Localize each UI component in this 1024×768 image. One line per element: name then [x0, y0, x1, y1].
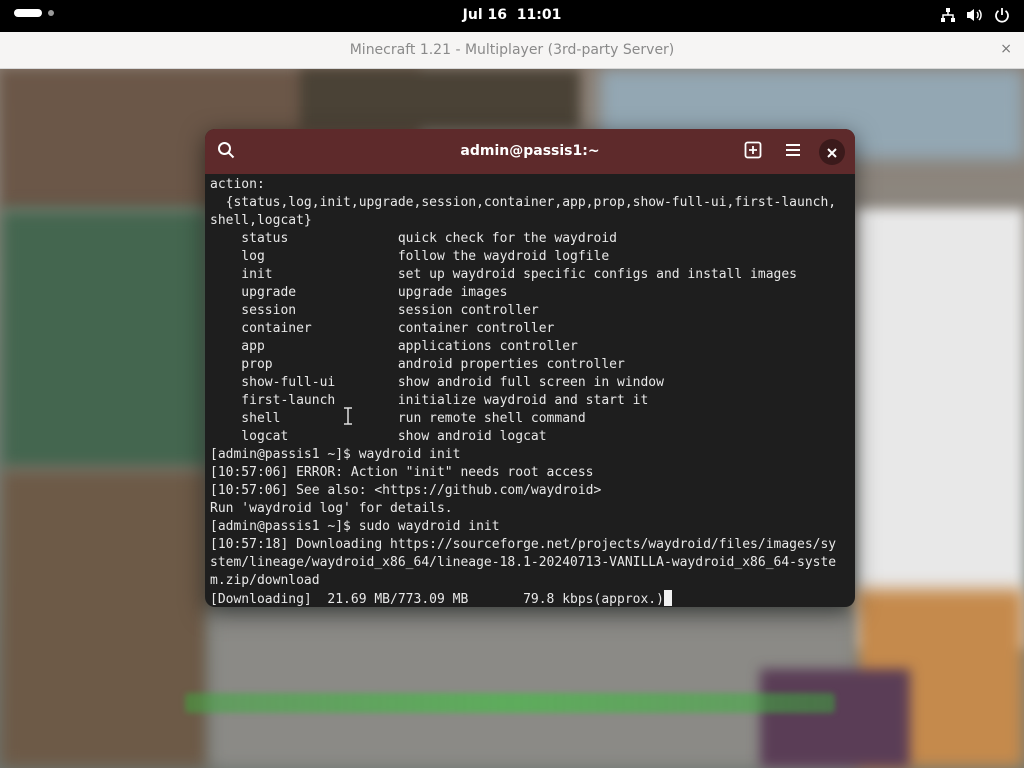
terminal-line: init set up waydroid specific configs an…	[210, 266, 850, 284]
terminal-output[interactable]: action: {status,log,init,upgrade,session…	[205, 174, 855, 607]
terminal-line-text: Run 'waydroid log' for details.	[210, 501, 453, 516]
terminal-line-text: shell run remote shell command	[210, 411, 586, 426]
background-block	[760, 669, 910, 768]
terminal-line-text: {status,log,init,upgrade,session,contain…	[210, 195, 837, 210]
new-tab-button[interactable]	[740, 139, 766, 165]
terminal-line-text: session session controller	[210, 303, 539, 318]
menu-icon	[784, 142, 802, 162]
terminal-line: show-full-ui show android full screen in…	[210, 374, 850, 392]
terminal-line: logcat show android logcat	[210, 428, 850, 446]
terminal-line: {status,log,init,upgrade,session,contain…	[210, 194, 850, 212]
terminal-line-text: m.zip/download	[210, 573, 320, 588]
terminal-line-text: [admin@passis1 ~]$ waydroid init	[210, 447, 461, 462]
background-block	[0, 469, 210, 768]
volume-icon[interactable]	[966, 7, 984, 23]
network-icon[interactable]	[940, 7, 956, 23]
terminal-line-text: app applications controller	[210, 339, 578, 354]
game-window-titlebar[interactable]: Minecraft 1.21 - Multiplayer (3rd-party …	[0, 32, 1024, 69]
clock-button[interactable]: Jul 16 11:01	[463, 7, 562, 23]
system-tray[interactable]	[940, 7, 1010, 23]
search-icon	[217, 141, 235, 163]
top-bar: Jul 16 11:01	[0, 0, 1024, 32]
background-block	[0, 209, 210, 469]
terminal-line: shell,logcat}	[210, 212, 850, 230]
background-block	[855, 209, 1024, 649]
terminal-line: container container controller	[210, 320, 850, 338]
terminal-line-text: prop android properties controller	[210, 357, 625, 372]
terminal-line: [admin@passis1 ~]$ sudo waydroid init	[210, 518, 850, 536]
close-icon	[827, 143, 837, 162]
terminal-line-text: [10:57:06] See also: <https://github.com…	[210, 483, 602, 498]
terminal-line: [10:57:06] See also: <https://github.com…	[210, 482, 850, 500]
terminal-search-button[interactable]	[213, 139, 239, 165]
terminal-line: session session controller	[210, 302, 850, 320]
terminal-line: first-launch initialize waydroid and sta…	[210, 392, 850, 410]
activities-indicator[interactable]	[14, 9, 54, 17]
terminal-close-button[interactable]	[819, 139, 845, 165]
terminal-line: Run 'waydroid log' for details.	[210, 500, 850, 518]
terminal-line-text: [admin@passis1 ~]$ sudo waydroid init	[210, 519, 500, 534]
terminal-line-text: action:	[210, 177, 265, 192]
terminal-line-text: [10:57:18] Downloading https://sourcefor…	[210, 537, 837, 552]
workspace-inactive-indicator	[48, 10, 54, 16]
terminal-line-text: logcat show android logcat	[210, 429, 547, 444]
terminal-line-text: first-launch initialize waydroid and sta…	[210, 393, 649, 408]
new-tab-icon	[744, 141, 762, 163]
terminal-line-text: log follow the waydroid logfile	[210, 249, 610, 264]
power-icon[interactable]	[994, 7, 1010, 23]
terminal-line-text: container container controller	[210, 321, 555, 336]
terminal-line-text: stem/lineage/waydroid_x86_64/lineage-18.…	[210, 555, 837, 570]
terminal-header[interactable]: admin@passis1:~	[205, 129, 855, 174]
terminal-line-text: [Downloading] 21.69 MB/773.09 MB 79.8 kb…	[210, 592, 664, 607]
game-window-close-button[interactable]: ×	[1000, 41, 1012, 57]
terminal-line: prop android properties controller	[210, 356, 850, 374]
terminal-line-text: shell,logcat}	[210, 213, 312, 228]
terminal-line-text: show-full-ui show android full screen in…	[210, 375, 664, 390]
terminal-line-text: [10:57:06] ERROR: Action "init" needs ro…	[210, 465, 594, 480]
terminal-line: [Downloading] 21.69 MB/773.09 MB 79.8 kb…	[210, 590, 850, 607]
terminal-line: [10:57:18] Downloading https://sourcefor…	[210, 536, 850, 554]
mouse-cursor-ibeam	[343, 407, 353, 429]
terminal-window[interactable]: admin@passis1:~ action: {status,log,init…	[205, 129, 855, 607]
terminal-line: m.zip/download	[210, 572, 850, 590]
terminal-line: app applications controller	[210, 338, 850, 356]
terminal-line: log follow the waydroid logfile	[210, 248, 850, 266]
terminal-line: status quick check for the waydroid	[210, 230, 850, 248]
workspace-active-indicator	[14, 9, 42, 17]
terminal-line-text: upgrade upgrade images	[210, 285, 508, 300]
clock-time: 11:01	[516, 7, 562, 23]
terminal-line: action:	[210, 176, 850, 194]
terminal-line: stem/lineage/waydroid_x86_64/lineage-18.…	[210, 554, 850, 572]
background-block	[300, 69, 580, 129]
terminal-line: [10:57:06] ERROR: Action "init" needs ro…	[210, 464, 850, 482]
terminal-line: shell run remote shell command	[210, 410, 850, 428]
main-menu-button[interactable]	[780, 139, 806, 165]
text-cursor	[663, 590, 672, 606]
terminal-line-text: init set up waydroid specific configs an…	[210, 267, 797, 282]
game-window-title: Minecraft 1.21 - Multiplayer (3rd-party …	[349, 42, 675, 58]
terminal-line: upgrade upgrade images	[210, 284, 850, 302]
terminal-line-text: status quick check for the waydroid	[210, 231, 617, 246]
clock: Jul 16 11:01	[0, 7, 1024, 23]
chat-message-blur	[185, 693, 835, 713]
terminal-line: [admin@passis1 ~]$ waydroid init	[210, 446, 850, 464]
clock-date: Jul 16	[462, 7, 507, 23]
background-block	[210, 609, 855, 768]
